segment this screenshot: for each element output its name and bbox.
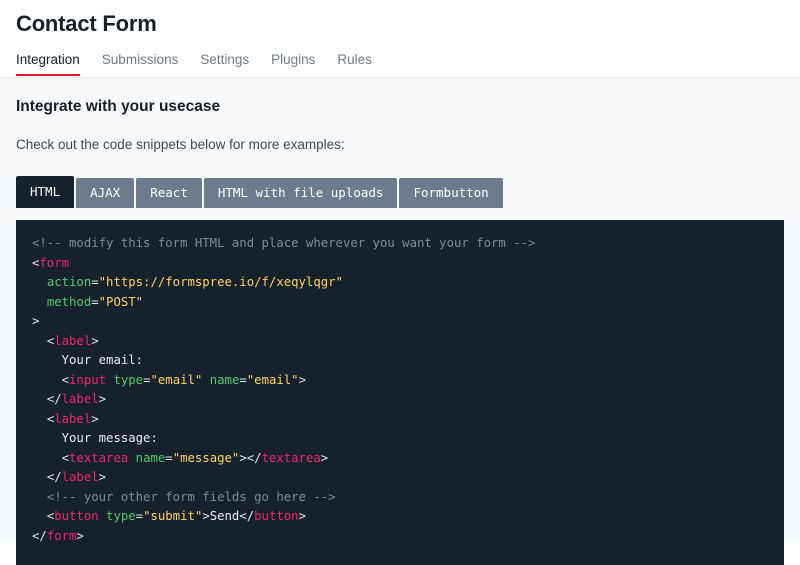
code-token-tag: button	[254, 509, 298, 523]
code-line: <!-- modify this form HTML and place whe…	[32, 234, 768, 254]
code-line: <label>	[32, 332, 768, 352]
code-tab-ajax[interactable]: AJAX	[76, 178, 134, 208]
code-line: <textarea name="message"></textarea>	[32, 449, 768, 469]
code-token-punct: =	[239, 373, 246, 387]
code-token-tag: label	[54, 334, 91, 348]
code-token-punct: >	[321, 451, 328, 465]
nav-tab-settings[interactable]: Settings	[200, 52, 249, 76]
code-token-punct: =	[136, 509, 143, 523]
code-line: </label>	[32, 390, 768, 410]
code-token-punct: >	[299, 509, 306, 523]
code-token-attr: method	[47, 295, 91, 309]
section-title: Integrate with your usecase	[16, 78, 784, 117]
code-token-punct: >	[91, 412, 98, 426]
primary-nav-tabs: Integration Submissions Settings Plugins Rul…	[16, 50, 784, 76]
code-token-punct: =	[165, 451, 172, 465]
code-token-string: "message"	[173, 451, 240, 465]
code-token-tag: input	[69, 373, 106, 387]
code-token-attr: type	[106, 509, 136, 523]
code-token-string: "POST"	[99, 295, 143, 309]
code-token-punct: >	[99, 392, 106, 406]
code-token-text: Send	[210, 509, 240, 523]
nav-tab-rules[interactable]: Rules	[337, 52, 372, 76]
code-token-text: Your email:	[62, 353, 143, 367]
code-token-string: "submit"	[143, 509, 202, 523]
code-token-attr: name	[210, 373, 240, 387]
code-tab-html[interactable]: HTML	[16, 176, 74, 208]
code-token-attr: type	[113, 373, 143, 387]
code-token-text	[128, 451, 135, 465]
code-line: <form	[32, 254, 768, 274]
code-token-string: "email"	[247, 373, 299, 387]
code-token-tag: textarea	[262, 451, 321, 465]
code-token-punct: >	[91, 334, 98, 348]
code-token-tag: form	[39, 256, 69, 270]
code-token-tag: label	[62, 470, 99, 484]
code-tab-react[interactable]: React	[136, 178, 202, 208]
code-token-comment: <!-- your other form fields go here -->	[47, 490, 336, 504]
code-token-text	[202, 373, 209, 387]
code-tab-formbutton[interactable]: Formbutton	[399, 178, 502, 208]
code-line: </label>	[32, 468, 768, 488]
code-line: method="POST"	[32, 293, 768, 313]
code-token-punct: >	[299, 373, 306, 387]
code-line: </form>	[32, 527, 768, 547]
code-block[interactable]: <!-- modify this form HTML and place whe…	[16, 220, 784, 565]
section-subtitle: Check out the code snippets below for mo…	[16, 117, 784, 154]
code-token-tag: label	[62, 392, 99, 406]
code-token-tag: label	[54, 412, 91, 426]
page-title: Contact Form	[16, 0, 784, 38]
code-token-tag: textarea	[69, 451, 128, 465]
nav-tab-submissions[interactable]: Submissions	[102, 52, 179, 76]
code-line: <!-- your other form fields go here -->	[32, 488, 768, 508]
code-token-comment: <!-- modify this form HTML and place whe…	[32, 236, 535, 250]
code-token-punct: <	[62, 373, 69, 387]
code-token-text: Your message:	[62, 431, 158, 445]
code-token-attr: name	[136, 451, 166, 465]
nav-tab-plugins[interactable]: Plugins	[271, 52, 315, 76]
code-token-punct: </	[247, 451, 262, 465]
code-token-punct: >	[32, 314, 39, 328]
nav-tab-integration[interactable]: Integration	[16, 52, 80, 76]
code-tab-html-with-file-uploads[interactable]: HTML with file uploads	[204, 178, 398, 208]
code-line: <input type="email" name="email">	[32, 371, 768, 391]
main-content: Integrate with your usecase Check out th…	[0, 78, 800, 541]
code-token-punct: >	[239, 451, 246, 465]
code-language-tabs: HTMLAJAXReactHTML with file uploadsFormb…	[16, 176, 784, 208]
code-line: <label>	[32, 410, 768, 430]
code-token-punct: >	[99, 470, 106, 484]
code-token-string: "https://formspree.io/f/xeqylqgr"	[99, 275, 343, 289]
code-token-punct: <	[62, 451, 69, 465]
code-token-punct: </	[47, 392, 62, 406]
code-snippet-panel: HTMLAJAXReactHTML with file uploadsFormb…	[16, 176, 784, 565]
code-token-punct: </	[47, 470, 62, 484]
code-line: Your email:	[32, 351, 768, 371]
code-line: <button type="submit">Send</button>	[32, 507, 768, 527]
code-line: Your message:	[32, 429, 768, 449]
code-token-tag: button	[54, 509, 98, 523]
code-line: >	[32, 312, 768, 332]
code-line: action="https://formspree.io/f/xeqylqgr"	[32, 273, 768, 293]
code-token-punct: </	[239, 509, 254, 523]
code-token-string: "email"	[151, 373, 203, 387]
code-token-punct: =	[143, 373, 150, 387]
page-header: Contact Form Integration Submissions Setti…	[0, 0, 800, 78]
code-token-punct: =	[91, 295, 98, 309]
code-token-punct: =	[91, 275, 98, 289]
code-token-attr: action	[47, 275, 91, 289]
code-token-text	[99, 509, 106, 523]
code-token-punct: >	[202, 509, 209, 523]
